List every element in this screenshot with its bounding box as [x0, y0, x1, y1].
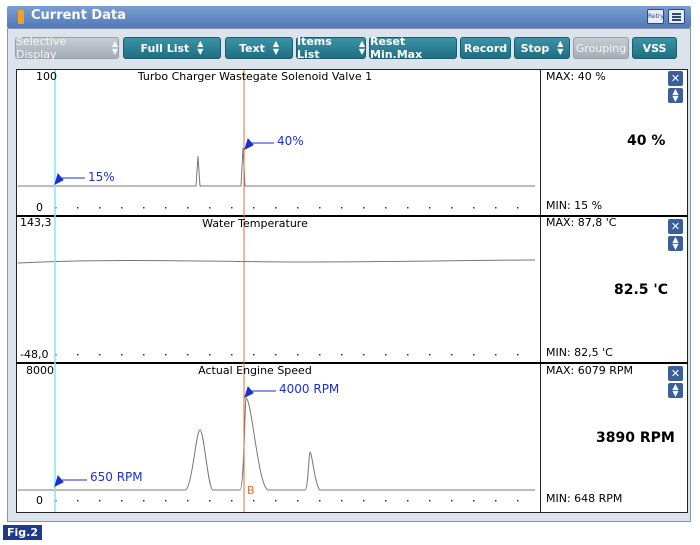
max-value: MAX: 87,8 'C	[546, 216, 617, 229]
y-min-label: -48,0	[20, 348, 49, 361]
scroll-updown-icon[interactable]: ▲ ▼	[668, 383, 683, 398]
scroll-updown-icon[interactable]: ▲ ▼	[668, 88, 683, 103]
panel-title: Turbo Charger Wastegate Solenoid Valve 1	[137, 70, 373, 83]
max-value: MAX: 6079 RPM	[546, 364, 634, 377]
current-value: 3890 RPM	[596, 430, 675, 446]
cursor-b-label: B	[247, 484, 255, 497]
min-value: MIN: 648 RPM	[546, 492, 623, 505]
panel-title: Water Temperature	[202, 217, 308, 230]
annotation-label: 650 RPM	[90, 470, 143, 484]
close-icon[interactable]: ✕	[668, 219, 683, 234]
panel-title: Actual Engine Speed	[198, 364, 312, 377]
y-min-label: 0	[36, 494, 43, 507]
scroll-updown-icon[interactable]: ▲ ▼	[668, 236, 683, 251]
min-value: MIN: 15 %	[546, 199, 603, 212]
close-icon[interactable]: ✕	[668, 366, 683, 381]
trace-water-temperature	[17, 259, 536, 264]
figure-label: Fig.2	[3, 525, 42, 540]
annotation-label: 4000 RPM	[279, 382, 340, 396]
annotation-label: 40%	[277, 134, 304, 148]
x-axis-ticks	[55, 207, 519, 502]
annotation-label: 15%	[88, 170, 115, 184]
max-value: MAX: 40 %	[546, 70, 606, 83]
annotation-arrows	[54, 137, 276, 487]
current-value: 40 %	[627, 133, 666, 149]
min-value: MIN: 82,5 'C	[546, 346, 613, 359]
close-icon[interactable]: ✕	[668, 71, 683, 86]
current-value: 82.5 'C	[614, 282, 668, 298]
y-min-label: 0	[36, 201, 43, 214]
